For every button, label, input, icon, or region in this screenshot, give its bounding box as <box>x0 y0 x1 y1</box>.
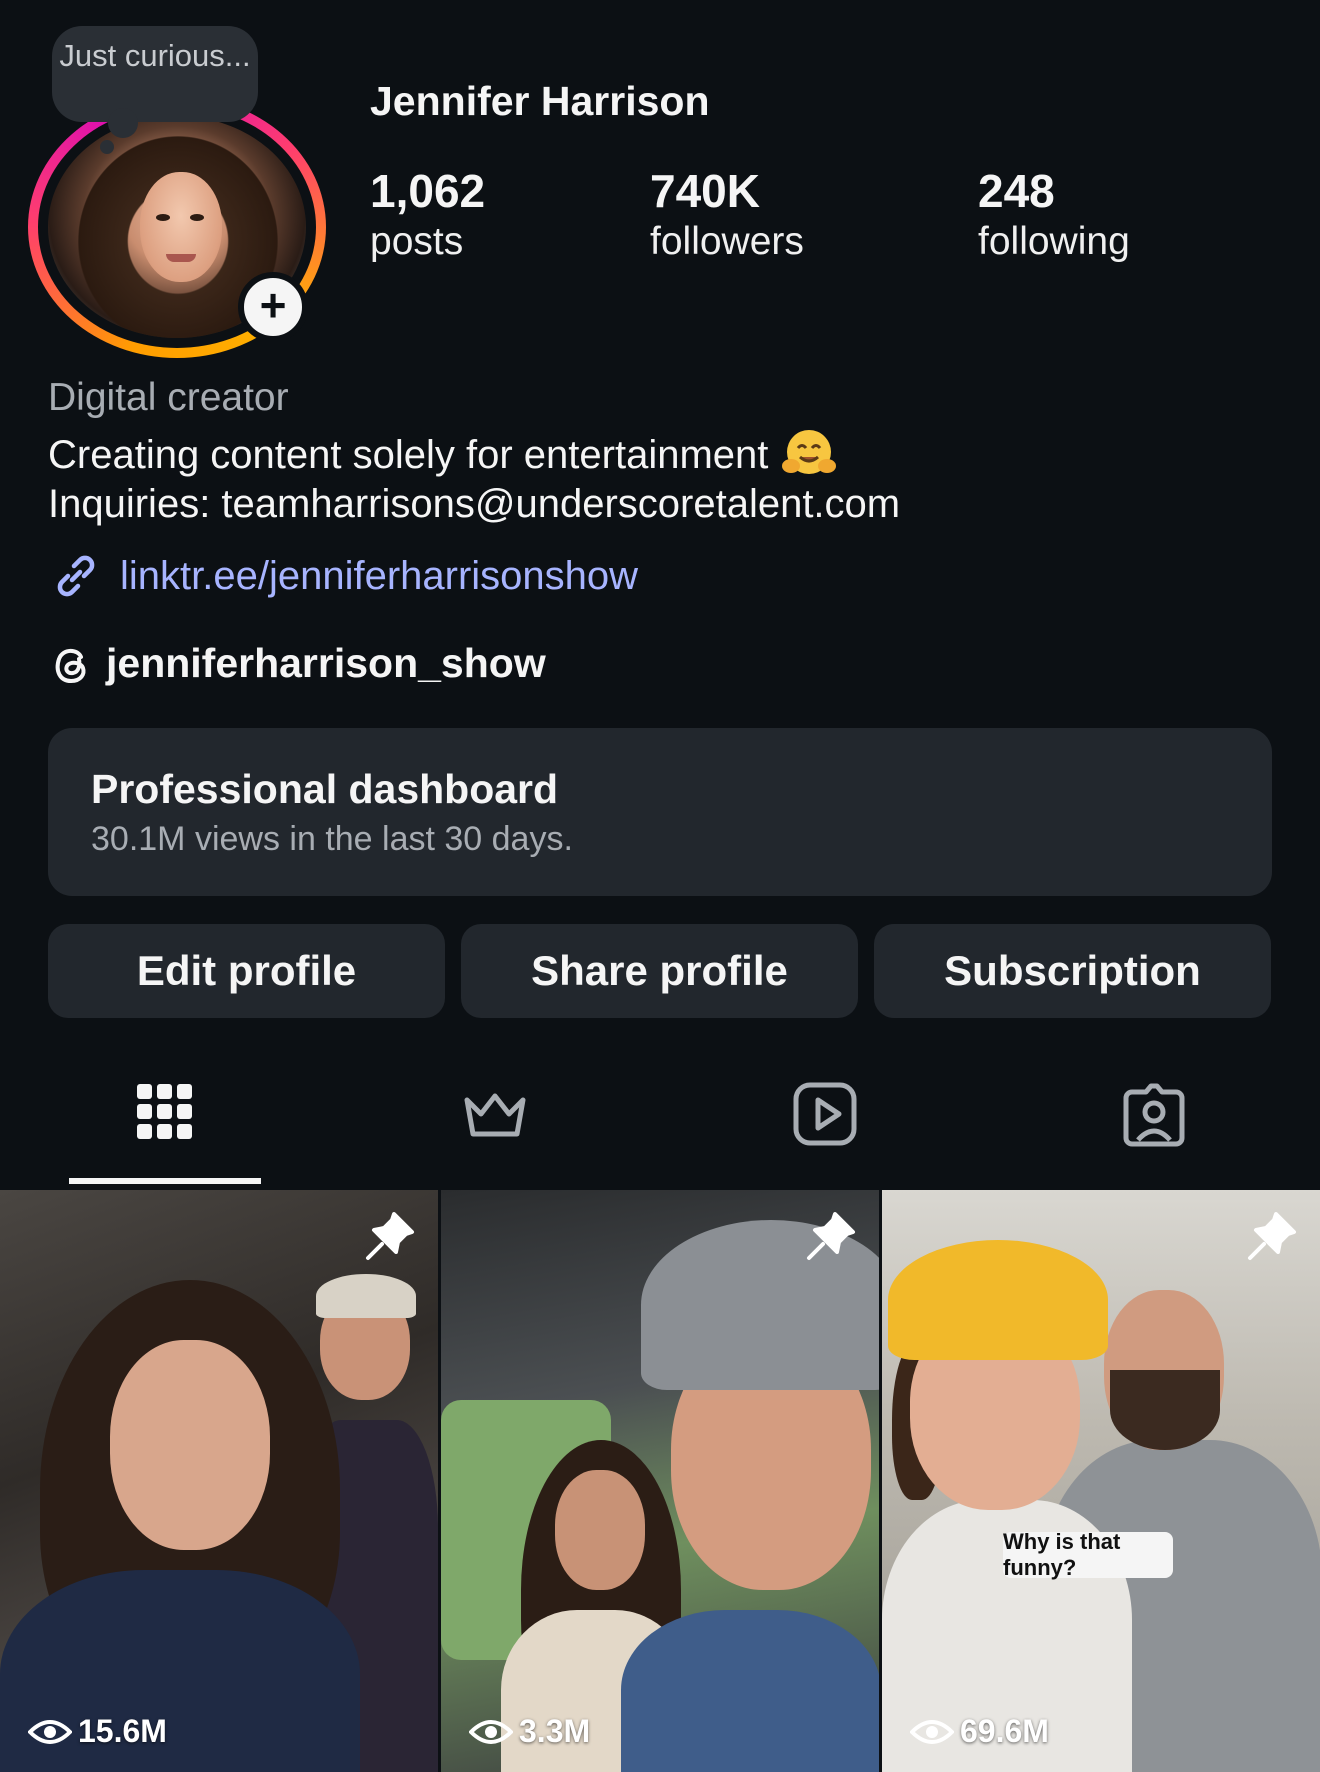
stat-value: 740K <box>650 165 760 217</box>
pin-icon <box>807 1212 855 1260</box>
tab-subscriber-content[interactable] <box>453 1072 537 1156</box>
eye-icon <box>910 1719 954 1744</box>
hugging-face-icon <box>782 430 837 474</box>
share-profile-button[interactable]: Share profile <box>461 924 858 1018</box>
note-bubble[interactable]: Just curious... <box>52 26 258 154</box>
pin-icon <box>366 1212 414 1260</box>
threads-handle: jenniferharrison_show <box>106 640 546 686</box>
stat-label: posts <box>370 220 464 263</box>
profile-category: Digital creator <box>48 376 289 419</box>
tab-tagged[interactable] <box>1112 1072 1196 1156</box>
subscription-button[interactable]: Subscription <box>874 924 1271 1018</box>
plus-icon: + <box>259 279 287 331</box>
tab-posts[interactable] <box>123 1072 207 1156</box>
eye-icon <box>469 1719 513 1744</box>
stat-value: 248 <box>978 165 1055 217</box>
bio-line: Inquiries: teamharrisons@underscoretalen… <box>48 482 901 526</box>
pin-icon <box>1248 1212 1296 1260</box>
display-name: Jennifer Harrison <box>370 78 710 124</box>
bio-line: Creating content solely for entertainmen… <box>48 428 837 478</box>
post-thumbnail[interactable]: 3.3M <box>441 1190 879 1772</box>
active-tab-indicator <box>69 1178 261 1184</box>
tab-reels[interactable] <box>783 1072 867 1156</box>
threads-icon <box>55 648 86 683</box>
link-text[interactable]: linktr.ee/jenniferharrisonshow <box>120 554 638 599</box>
dashboard-subtitle: 30.1M views in the last 30 days. <box>91 820 573 858</box>
crown-icon <box>464 1093 526 1137</box>
stat-posts[interactable]: 1,062 posts <box>370 164 485 266</box>
edit-profile-button[interactable]: Edit profile <box>48 924 445 1018</box>
post-thumbnail[interactable]: 15.6M <box>0 1190 438 1772</box>
stat-following[interactable]: 248 following <box>978 164 1130 266</box>
tagged-icon <box>1123 1083 1185 1147</box>
video-caption: Why is that funny? <box>1003 1529 1173 1580</box>
dashboard-title: Professional dashboard <box>91 766 559 812</box>
stat-value: 1,062 <box>370 165 486 217</box>
threads-badge[interactable]: jenniferharrison_show <box>48 640 546 687</box>
view-count: 69.6M <box>910 1713 1049 1750</box>
link-icon <box>57 555 95 597</box>
view-count: 15.6M <box>28 1713 167 1750</box>
stat-followers[interactable]: 740K followers <box>650 164 804 266</box>
grid-icon <box>137 1084 192 1139</box>
view-count: 3.3M <box>469 1713 590 1750</box>
post-thumbnail[interactable]: Why is that funny? 69.6M <box>882 1190 1320 1772</box>
profile-link[interactable]: linktr.ee/jenniferharrisonshow <box>48 548 638 604</box>
stat-label: following <box>978 220 1130 263</box>
reels-icon <box>793 1082 857 1146</box>
add-story-button[interactable]: + <box>238 272 308 342</box>
eye-icon <box>28 1719 72 1744</box>
professional-dashboard[interactable]: Professional dashboard 30.1M views in th… <box>48 728 1272 896</box>
stat-label: followers <box>650 220 804 263</box>
